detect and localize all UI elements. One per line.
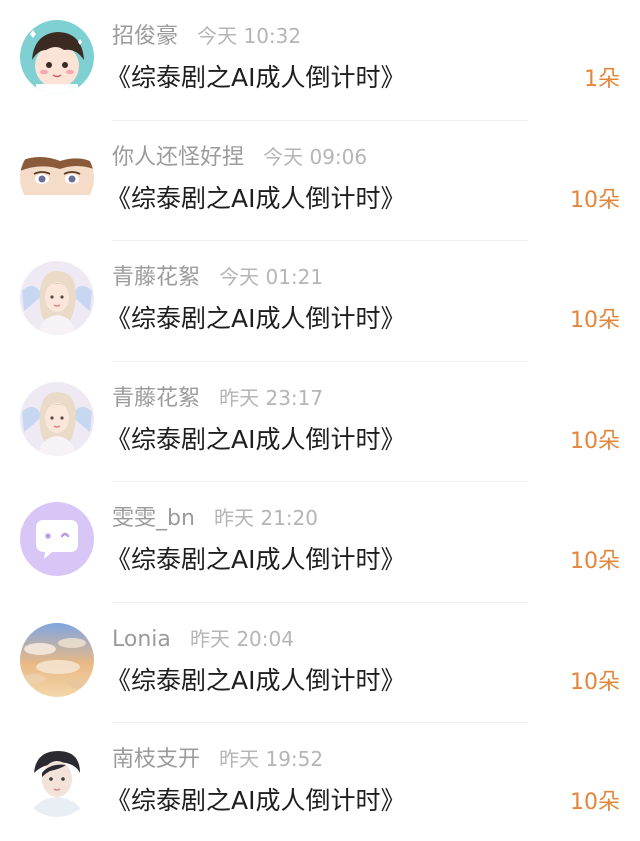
user-name[interactable]: 青藤花絮	[112, 265, 200, 290]
cartoon-boy-avatar-icon	[20, 20, 94, 94]
angel-portrait-avatar-icon	[20, 261, 94, 335]
gift-list: 招俊豪 今天 10:32 《综泰剧之AI成人倒计时》 1朵 你人还怪好捏 今天 …	[0, 0, 640, 841]
avatar[interactable]	[20, 502, 94, 576]
timestamp: 昨天 19:52	[219, 747, 324, 771]
avatar[interactable]	[20, 381, 94, 456]
timestamp: 昨天 23:17	[219, 385, 324, 410]
avatar[interactable]	[20, 743, 94, 817]
timestamp: 今天 09:06	[263, 144, 368, 169]
flower-count: 1朵	[584, 67, 620, 92]
list-item[interactable]: 青藤花絮 今天 01:21 《综泰剧之AI成人倒计时》 10朵	[0, 241, 640, 362]
user-name[interactable]: 招俊豪	[112, 24, 178, 49]
flower-count: 10朵	[570, 669, 620, 695]
anime-eyes-avatar-icon	[20, 140, 94, 215]
portrait-avatar-icon	[20, 743, 94, 817]
avatar[interactable]	[20, 140, 94, 215]
item-title[interactable]: 《综泰剧之AI成人倒计时》	[106, 420, 405, 460]
flower-count: 10朵	[570, 790, 620, 815]
list-item[interactable]: 南枝支开 昨天 19:52 《综泰剧之AI成人倒计时》 10朵	[0, 723, 640, 841]
user-name[interactable]: Lonia	[112, 627, 171, 652]
flower-count: 10朵	[570, 428, 620, 454]
user-name[interactable]: 你人还怪好捏	[112, 145, 244, 170]
user-name[interactable]: 南枝支开	[112, 747, 200, 772]
user-name[interactable]: 青藤花絮	[112, 386, 200, 411]
item-title[interactable]: 《综泰剧之AI成人倒计时》	[106, 540, 405, 580]
list-item[interactable]: 招俊豪 今天 10:32 《综泰剧之AI成人倒计时》 1朵	[0, 0, 640, 121]
chat-bubble-avatar-icon	[20, 502, 94, 576]
item-title[interactable]: 《综泰剧之AI成人倒计时》	[106, 661, 405, 701]
timestamp: 今天 01:21	[219, 265, 324, 289]
sky-clouds-avatar-icon	[20, 622, 94, 697]
list-item[interactable]: 雯雯_bn 昨天 21:20 《综泰剧之AI成人倒计时》 10朵	[0, 482, 640, 603]
list-item[interactable]: 青藤花絮 昨天 23:17 《综泰剧之AI成人倒计时》 10朵	[0, 362, 640, 483]
timestamp: 昨天 20:04	[189, 626, 294, 651]
avatar[interactable]	[20, 622, 94, 697]
list-item[interactable]: Lonia 昨天 20:04 《综泰剧之AI成人倒计时》 10朵	[0, 603, 640, 724]
item-title[interactable]: 《综泰剧之AI成人倒计时》	[106, 179, 405, 219]
item-title[interactable]: 《综泰剧之AI成人倒计时》	[106, 58, 405, 98]
user-name[interactable]: 雯雯_bn	[112, 506, 195, 531]
flower-count: 10朵	[570, 549, 620, 574]
avatar[interactable]	[20, 20, 94, 94]
timestamp: 今天 10:32	[197, 24, 302, 48]
timestamp: 昨天 21:20	[214, 506, 319, 530]
item-title[interactable]: 《综泰剧之AI成人倒计时》	[106, 781, 405, 821]
angel-portrait-avatar-icon	[20, 381, 94, 456]
avatar[interactable]	[20, 261, 94, 335]
list-item[interactable]: 你人还怪好捏 今天 09:06 《综泰剧之AI成人倒计时》 10朵	[0, 121, 640, 242]
flower-count: 10朵	[570, 187, 620, 213]
item-title[interactable]: 《综泰剧之AI成人倒计时》	[106, 299, 405, 339]
flower-count: 10朵	[570, 308, 620, 333]
